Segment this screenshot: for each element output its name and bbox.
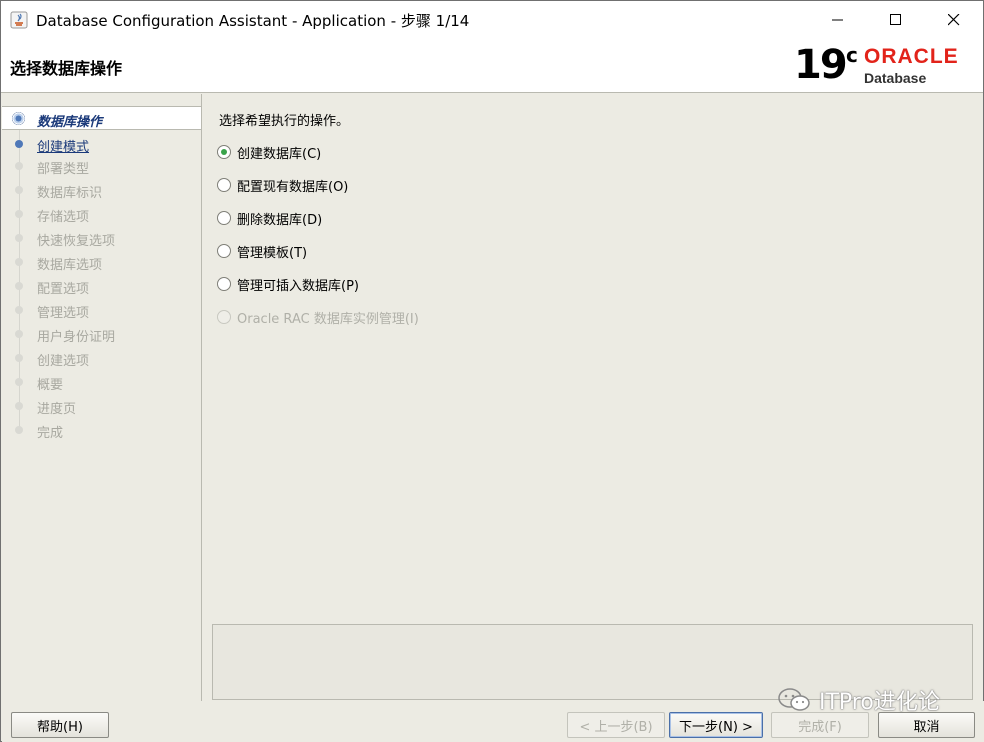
- step-current-icon: [12, 112, 25, 125]
- step-label: 概要: [37, 378, 64, 393]
- option-manage-pdb[interactable]: 管理可插入数据库(P): [217, 274, 359, 294]
- main-panel: 选择希望执行的操作。 创建数据库(C) 配置现有数据库(O) 删除数据库(D) …: [203, 94, 983, 701]
- dbca-window: Database Configuration Assistant - Appli…: [0, 0, 984, 742]
- option-manage-templates[interactable]: 管理模板(T): [217, 241, 307, 261]
- step-dot-icon: [15, 234, 23, 242]
- radio-icon[interactable]: [217, 244, 231, 258]
- option-label: 管理模板(T): [237, 245, 308, 261]
- step-deployment-type: 部署类型: [2, 154, 201, 178]
- logo-version-suffix: c: [846, 43, 858, 67]
- radio-icon[interactable]: [217, 277, 231, 291]
- logo-version: 19: [794, 42, 848, 88]
- radio-icon[interactable]: [217, 178, 231, 192]
- step-label: 完成: [37, 426, 64, 441]
- step-label: 用户身份证明: [37, 330, 116, 345]
- step-summary: 概要: [2, 370, 201, 394]
- page-header: 选择数据库操作 19 c ORACLE Database: [1, 39, 983, 93]
- step-dot-icon: [15, 354, 23, 362]
- step-creation-mode[interactable]: 创建模式: [2, 132, 201, 156]
- option-label: 创建数据库(C): [237, 146, 322, 162]
- back-button[interactable]: < 上一步(B): [567, 712, 665, 738]
- logo-product: Database: [864, 70, 927, 86]
- step-label: 部署类型: [37, 162, 90, 177]
- step-dot-icon: [15, 258, 23, 266]
- step-label: 数据库选项: [37, 258, 103, 273]
- step-dot-icon: [15, 162, 23, 170]
- step-label: 管理选项: [37, 306, 90, 321]
- wechat-icon: [778, 688, 810, 711]
- next-button[interactable]: 下一步(N) >: [669, 712, 763, 738]
- title-bar: Database Configuration Assistant - Appli…: [1, 1, 983, 39]
- step-database-options: 数据库选项: [2, 250, 201, 274]
- step-dot-icon: [15, 282, 23, 290]
- window-title: Database Configuration Assistant - Appli…: [36, 12, 470, 30]
- option-label: 删除数据库(D): [237, 212, 323, 228]
- radio-icon[interactable]: [217, 211, 231, 225]
- watermark-text: ITPro进化论: [819, 690, 940, 715]
- step-dot-icon: [15, 378, 23, 386]
- step-progress-page: 进度页: [2, 394, 201, 418]
- option-create-database[interactable]: 创建数据库(C): [217, 142, 321, 162]
- maximize-button[interactable]: [867, 1, 925, 39]
- step-configuration-options: 配置选项: [2, 274, 201, 298]
- close-button[interactable]: [925, 1, 983, 39]
- maximize-icon: [890, 14, 901, 25]
- step-navigation: 数据库操作 创建模式 部署类型 数据库标识 存储选项 快速恢复选项 数据库选项: [2, 94, 202, 701]
- option-label: 管理可插入数据库(P): [237, 278, 359, 294]
- java-app-icon: [10, 11, 28, 29]
- step-fast-recovery: 快速恢复选项: [2, 226, 201, 250]
- step-label: 快速恢复选项: [37, 234, 116, 249]
- close-icon: [948, 14, 960, 26]
- step-dot-icon: [15, 306, 23, 314]
- step-finish: 完成: [2, 418, 201, 442]
- step-dot-icon: [15, 426, 23, 434]
- help-button[interactable]: 帮助(H): [11, 712, 109, 738]
- step-label: 创建选项: [37, 354, 90, 369]
- option-delete-database[interactable]: 删除数据库(D): [217, 208, 322, 228]
- step-dot-icon: [15, 140, 23, 148]
- step-label: 数据库标识: [37, 186, 103, 201]
- page-title: 选择数据库操作: [10, 59, 123, 78]
- step-dot-icon: [15, 210, 23, 218]
- step-database-operation[interactable]: 数据库操作: [2, 106, 201, 130]
- option-rac-instance-management: Oracle RAC 数据库实例管理(I): [217, 307, 419, 327]
- step-label: 配置选项: [37, 282, 90, 297]
- option-label: Oracle RAC 数据库实例管理(I): [237, 311, 419, 327]
- step-label: 进度页: [37, 402, 77, 417]
- step-management-options: 管理选项: [2, 298, 201, 322]
- watermark: ITPro进化论: [777, 685, 940, 715]
- step-label: 创建模式: [37, 140, 90, 155]
- step-dot-icon: [15, 402, 23, 410]
- step-dot-icon: [15, 186, 23, 194]
- step-database-identification: 数据库标识: [2, 178, 201, 202]
- operation-prompt: 选择希望执行的操作。: [219, 114, 350, 129]
- option-label: 配置现有数据库(O): [237, 179, 349, 195]
- oracle-logo: 19 c ORACLE Database: [794, 42, 974, 89]
- option-configure-existing[interactable]: 配置现有数据库(O): [217, 175, 348, 195]
- step-storage-option: 存储选项: [2, 202, 201, 226]
- logo-brand: ORACLE: [864, 45, 959, 68]
- step-dot-icon: [15, 330, 23, 338]
- step-user-credentials: 用户身份证明: [2, 322, 201, 346]
- step-creation-option: 创建选项: [2, 346, 201, 370]
- radio-disabled-icon: [217, 310, 231, 324]
- minimize-icon: [832, 19, 843, 21]
- step-label: 数据库操作: [37, 115, 103, 130]
- step-label: 存储选项: [37, 210, 90, 225]
- radio-selected-icon[interactable]: [217, 145, 231, 159]
- minimize-button[interactable]: [809, 1, 867, 39]
